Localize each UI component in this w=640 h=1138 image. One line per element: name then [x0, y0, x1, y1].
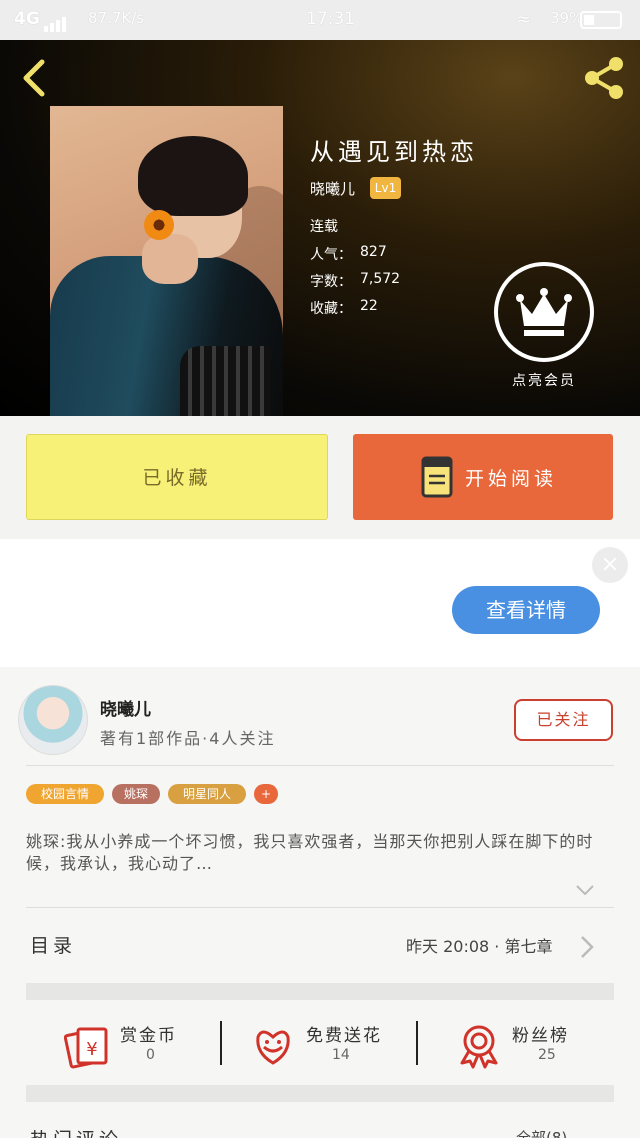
word-count-value: 7,572	[360, 271, 401, 287]
divider	[26, 765, 614, 766]
favorites-label: 收藏：	[310, 301, 352, 317]
book-cover-image[interactable]	[50, 106, 283, 416]
section-separator	[26, 1085, 614, 1102]
author-meta: 著有1部作品·4人关注	[100, 729, 276, 748]
red-envelope-icon: ¥	[64, 1027, 108, 1069]
flower-icon	[256, 1030, 290, 1065]
popularity-label: 人气：	[310, 247, 352, 263]
follow-button[interactable]: 已关注	[514, 699, 613, 741]
start-reading-button[interactable]: 开始阅读	[353, 434, 613, 520]
tag-celebrity-fanfic[interactable]: 明星同人	[168, 784, 246, 804]
vip-label: 点亮会员	[512, 373, 576, 389]
word-count-label: 字数：	[310, 274, 352, 290]
network-type: 4G	[14, 9, 40, 29]
svg-text:¥: ¥	[86, 1039, 97, 1060]
signal-icon	[44, 12, 68, 32]
wifi-icon: ≈	[516, 9, 532, 30]
fan-ranking-value: 25	[538, 1047, 556, 1063]
favorites-stat: 收藏： 22	[310, 298, 378, 318]
view-details-button[interactable]: 查看详情	[452, 586, 600, 634]
reward-coins-label: 赏金币	[120, 1026, 177, 1046]
fan-ranking-button[interactable]: 粉丝榜 25	[456, 1007, 586, 1091]
battery-percent: 39%	[550, 9, 584, 27]
book-title: 从遇见到热恋	[310, 138, 478, 166]
ad-banner: × 查看详情	[0, 539, 640, 667]
all-comments-link[interactable]: 全部(8)	[516, 1127, 567, 1138]
fan-ranking-label: 粉丝榜	[512, 1026, 569, 1046]
crown-icon	[516, 288, 572, 336]
chevron-down-icon[interactable]	[576, 885, 594, 895]
book-hero: 从遇见到热恋 晓曦儿 Lv1 连载 人气： 827 字数： 7,572 收藏： …	[0, 40, 640, 416]
table-of-contents-row[interactable]: 目录 昨天 20:08 · 第七章	[0, 907, 640, 977]
reward-coins-value: 0	[146, 1047, 155, 1063]
divider	[220, 1021, 222, 1065]
reward-coins-button[interactable]: ¥ 赏金币 0	[64, 1007, 204, 1091]
back-arrow-icon	[23, 59, 45, 97]
send-flower-button[interactable]: 免费送花 14	[250, 1007, 400, 1091]
popularity-stat: 人气： 827	[310, 244, 387, 264]
share-icon	[585, 57, 623, 99]
book-info-section: 晓曦儿 著有1部作品·4人关注 已关注 校园言情 姚琛 明星同人 + 姚琛:我从…	[0, 667, 640, 1138]
share-button[interactable]	[580, 54, 628, 102]
status-bar: 4G 87.7K/s 17:31 ≈ 39%	[0, 0, 640, 40]
book-author[interactable]: 晓曦儿	[310, 178, 355, 199]
synopsis-text: 姚琛:我从小养成一个坏习惯，我只喜欢强者，当那天你把别人踩在脚下的时候，我承认，…	[26, 832, 594, 873]
close-ad-button[interactable]: ×	[592, 547, 628, 583]
hot-comments-label: 热门评论	[30, 1125, 122, 1138]
reward-row: ¥ 赏金币 0 免费送花 14 粉丝榜 25	[0, 1007, 640, 1091]
start-reading-label: 开始阅读	[465, 468, 558, 490]
chevron-right-icon	[581, 936, 594, 958]
divider	[416, 1021, 418, 1065]
send-flower-value: 14	[332, 1047, 350, 1063]
clock: 17:31	[306, 9, 355, 29]
medal-icon	[460, 1025, 498, 1069]
serial-status: 连载	[310, 219, 338, 235]
action-bar: 已收藏 开始阅读	[0, 416, 640, 539]
popularity-value: 827	[360, 244, 387, 260]
send-flower-label: 免费送花	[306, 1026, 382, 1046]
author-name[interactable]: 晓曦儿	[100, 695, 151, 720]
book-icon	[421, 456, 453, 498]
toc-label: 目录	[30, 935, 77, 957]
collected-button[interactable]: 已收藏	[26, 434, 328, 520]
back-button[interactable]	[14, 56, 54, 100]
word-count-stat: 字数： 7,572	[310, 271, 400, 291]
author-avatar[interactable]	[18, 685, 88, 755]
vip-button[interactable]	[494, 262, 594, 362]
battery-icon	[580, 11, 622, 29]
tag-character[interactable]: 姚琛	[112, 784, 160, 804]
favorites-value: 22	[360, 298, 378, 314]
level-badge: Lv1	[370, 177, 401, 199]
add-tag-button[interactable]: +	[254, 784, 278, 804]
tag-campus-romance[interactable]: 校园言情	[26, 784, 104, 804]
section-separator	[26, 983, 614, 1000]
latest-chapter: 昨天 20:08 · 第七章	[406, 937, 553, 956]
network-speed: 87.7K/s	[88, 9, 145, 27]
